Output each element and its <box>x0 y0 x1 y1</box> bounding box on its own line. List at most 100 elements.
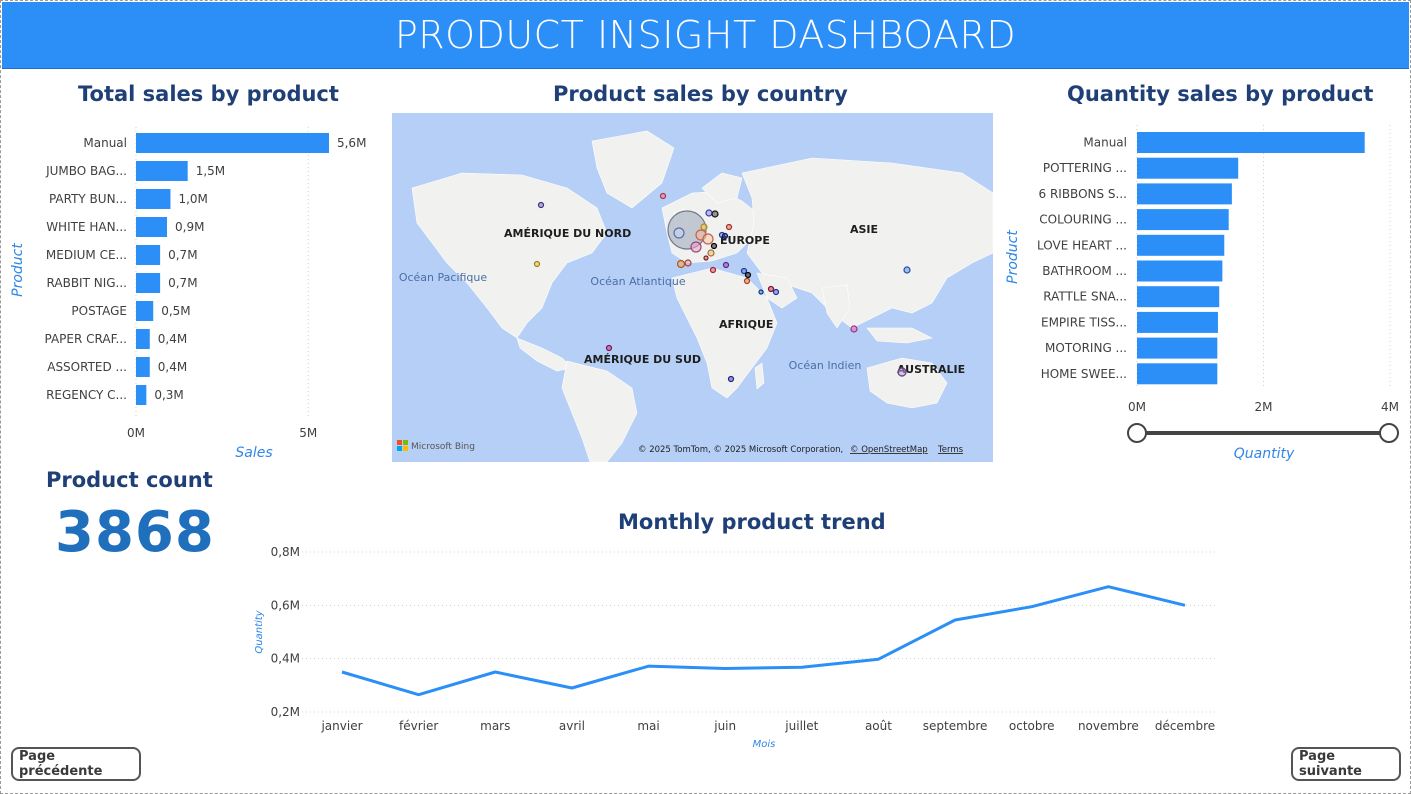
slider-track[interactable] <box>1137 431 1389 435</box>
x-axis-title: Sales <box>235 445 272 461</box>
quantity-sales-chart[interactable]: 0M 2M 4M Manual POTTERING ... 6 RIBBONS S... C… <box>995 125 1405 465</box>
map-bubble[interactable] <box>725 223 733 231</box>
quantity-bar[interactable] <box>1137 209 1229 231</box>
map-bubble[interactable] <box>722 261 730 269</box>
ocean-label-atlantic: Océan Atlantique <box>590 275 685 288</box>
quantity-bar[interactable] <box>1137 363 1218 385</box>
sales-bar[interactable] <box>136 161 188 181</box>
x-tick-label: 0M <box>127 426 145 440</box>
dashboard-header: PRODUCT INSIGHT DASHBOARD <box>2 2 1409 69</box>
y-tick-label: 0,2M <box>271 705 300 719</box>
map-bubble[interactable] <box>659 192 667 200</box>
map-bubble[interactable] <box>740 267 748 275</box>
map-bubble[interactable] <box>705 209 713 217</box>
trend-title: Monthly product trend <box>618 510 886 534</box>
quantity-range-slider[interactable] <box>1127 423 1399 443</box>
monthly-trend-chart[interactable]: 0,2M 0,4M 0,6M 0,8M janvier février mars avril m… <box>240 540 1230 755</box>
total-sales-chart[interactable]: 0M 5M Manual 5,6M JUMBO BAG... 1,5M PARTY BUN.… <box>0 125 390 465</box>
map-bubble[interactable] <box>772 288 780 296</box>
central-america-shape <box>516 337 573 372</box>
map-bubble[interactable] <box>684 259 692 267</box>
x-axis-title: Mois <box>753 739 776 750</box>
map-bubble[interactable] <box>710 242 718 250</box>
previous-page-button[interactable]: Page précédente <box>11 747 141 781</box>
country-sales-map[interactable]: Océan Pacifique Océan Atlantique Océan I… <box>392 113 993 462</box>
sales-bar[interactable] <box>136 301 154 321</box>
south-america-shape <box>561 360 638 462</box>
category-label: EMPIRE TISS... <box>1041 315 1127 329</box>
x-tick-label: 5M <box>299 426 317 440</box>
data-label: 0,5M <box>161 304 190 318</box>
map-bubble[interactable] <box>676 259 686 269</box>
x-tick-label: juillet <box>784 719 818 733</box>
sales-bar[interactable] <box>136 385 147 405</box>
x-tick-label: mai <box>637 719 659 733</box>
indonesia-shape <box>866 327 933 344</box>
quantity-bar[interactable] <box>1137 157 1239 179</box>
category-label: ASSORTED ... <box>47 360 127 374</box>
sales-bar[interactable] <box>136 133 329 153</box>
data-label: 0,4M <box>158 360 187 374</box>
sales-bar[interactable] <box>136 357 150 377</box>
osm-link[interactable]: © OpenStreetMap <box>850 445 928 455</box>
category-label: REGENCY C... <box>46 388 127 402</box>
map-bubble[interactable] <box>605 344 613 352</box>
quantity-bar[interactable] <box>1137 260 1223 282</box>
bing-brand-text: Microsoft Bing <box>411 442 475 452</box>
map-bubble[interactable] <box>850 325 858 333</box>
category-label: 6 RIBBONS S... <box>1039 187 1128 201</box>
sales-bar[interactable] <box>136 329 150 349</box>
map-bubble[interactable] <box>743 277 751 285</box>
total-sales-title: Total sales by product <box>78 82 339 106</box>
map-bubble[interactable] <box>897 367 907 377</box>
terms-link[interactable]: Terms <box>937 445 964 455</box>
y-tick-label: 0,8M <box>271 545 300 559</box>
category-label: POTTERING ... <box>1043 161 1127 175</box>
quantity-bar[interactable] <box>1137 234 1225 256</box>
category-label: MOTORING ... <box>1045 341 1127 355</box>
quantity-bar[interactable] <box>1137 132 1365 153</box>
slider-handle-min[interactable] <box>1127 423 1147 443</box>
sales-bar[interactable] <box>136 245 161 265</box>
quantity-bar[interactable] <box>1137 286 1220 308</box>
quantity-bar[interactable] <box>1137 311 1218 333</box>
map-bubble[interactable] <box>711 210 719 218</box>
map-bubble[interactable] <box>721 232 729 240</box>
category-label: HOME SWEE... <box>1041 367 1127 381</box>
quantity-bar[interactable] <box>1137 337 1218 359</box>
category-label: RABBIT NIG... <box>47 276 127 290</box>
map-bubble[interactable] <box>673 227 685 239</box>
x-tick-label: décembre <box>1155 719 1215 733</box>
data-label: 5,6M <box>337 136 366 150</box>
sales-bar[interactable] <box>136 189 171 209</box>
ocean-label-indian: Océan Indien <box>789 359 862 372</box>
quantity-bar[interactable] <box>1137 183 1232 205</box>
map-canvas[interactable]: Océan Pacifique Océan Atlantique Océan I… <box>392 113 993 462</box>
map-bubble[interactable] <box>537 201 545 209</box>
map-bubble[interactable] <box>702 233 714 245</box>
sales-bar[interactable] <box>136 273 161 293</box>
map-bubble[interactable] <box>758 289 764 295</box>
map-bubble[interactable] <box>700 223 708 231</box>
map-bubble[interactable] <box>707 249 715 257</box>
x-tick-label: avril <box>559 719 585 733</box>
map-bubble[interactable] <box>767 285 775 293</box>
next-page-button[interactable]: Page suivante <box>1291 747 1401 781</box>
data-label: 0,9M <box>175 220 204 234</box>
category-label: BATHROOM ... <box>1042 264 1127 278</box>
trend-line[interactable] <box>341 585 1186 697</box>
map-bubble[interactable] <box>703 255 709 261</box>
category-label: WHITE HAN... <box>46 220 127 234</box>
x-tick-label: novembre <box>1078 719 1139 733</box>
map-bubble[interactable] <box>533 260 541 268</box>
x-tick-label: septembre <box>923 719 988 733</box>
map-bubble[interactable] <box>744 271 752 279</box>
sales-bar[interactable] <box>136 217 168 237</box>
map-bubble[interactable] <box>709 266 717 274</box>
map-bubble[interactable] <box>903 266 911 274</box>
map-bubble[interactable] <box>690 241 702 253</box>
category-label: PAPER CRAF... <box>44 332 127 346</box>
continent-label-australia: AUSTRALIE <box>897 363 965 376</box>
map-bubble[interactable] <box>727 375 735 383</box>
slider-handle-max[interactable] <box>1379 423 1399 443</box>
